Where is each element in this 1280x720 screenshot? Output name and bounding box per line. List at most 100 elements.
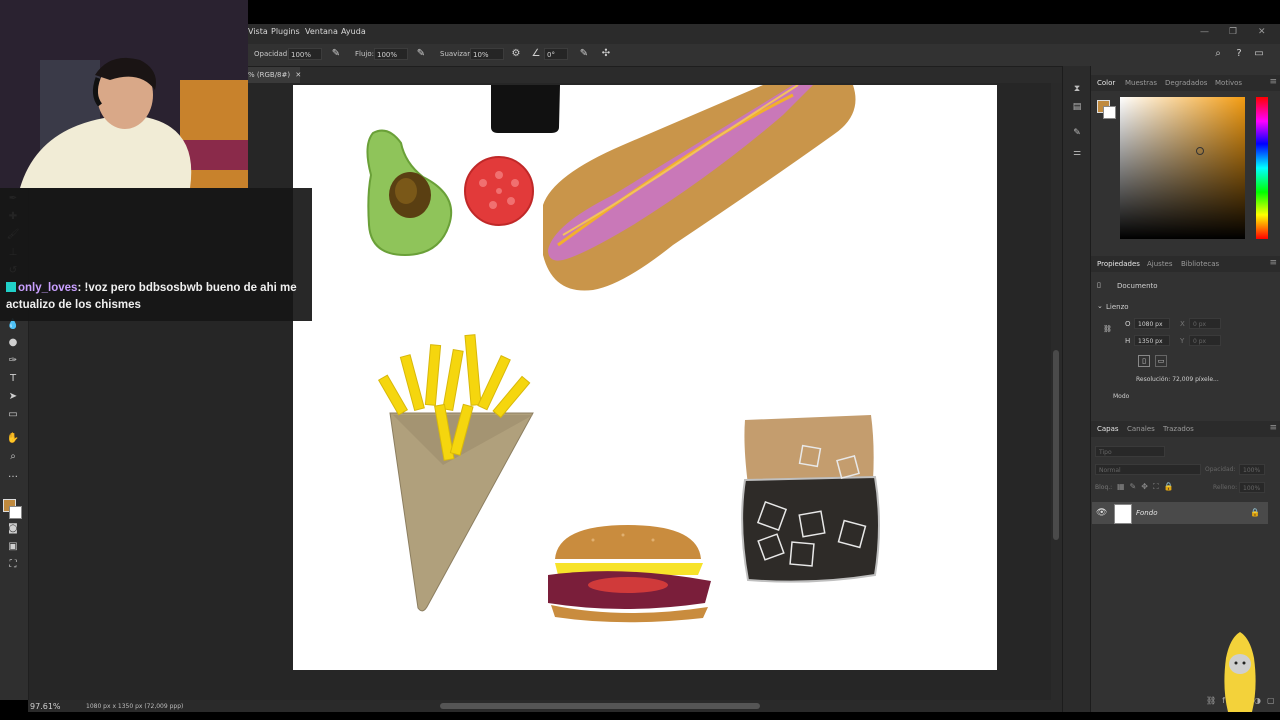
- avocado-drawing: [366, 129, 453, 257]
- webcam-scene: [0, 0, 248, 188]
- color-picker-field[interactable]: [1120, 97, 1245, 239]
- layers-panel-menu-icon[interactable]: ≡: [1269, 423, 1277, 433]
- document-icon: ▯: [1097, 281, 1101, 289]
- tab-gradients[interactable]: Degradados: [1165, 79, 1207, 87]
- zoom-level[interactable]: 97.61%: [30, 702, 61, 711]
- color-panel-menu-icon[interactable]: ≡: [1269, 77, 1277, 87]
- opacity-input[interactable]: 100%: [288, 48, 322, 60]
- menu-ayuda[interactable]: Ayuda: [341, 27, 366, 36]
- opacity-label: Opacidad:: [254, 50, 290, 58]
- layer-thumbnail: [1114, 504, 1132, 524]
- more-tools-icon[interactable]: …: [5, 468, 21, 482]
- fill-label: Relleno:: [1213, 484, 1238, 491]
- color-picker-cursor[interactable]: [1196, 147, 1204, 155]
- airbrush-icon[interactable]: ✎: [415, 48, 427, 60]
- tab-libraries[interactable]: Bibliotecas: [1181, 260, 1219, 268]
- tab-color[interactable]: Color: [1097, 79, 1115, 87]
- tab-properties[interactable]: Propiedades: [1097, 260, 1140, 268]
- portrait-orientation-icon[interactable]: ▯: [1138, 355, 1150, 367]
- layer-lock-icon: 🔒: [1250, 508, 1260, 517]
- tab-patterns[interactable]: Motivos: [1215, 79, 1242, 87]
- document-tab[interactable]: % (RGB/8#) ✕: [244, 67, 301, 83]
- screen-mode-icon[interactable]: ▣: [5, 540, 21, 554]
- fries-drawing: [377, 334, 534, 612]
- canvas[interactable]: [293, 85, 997, 670]
- quick-mask-icon[interactable]: ◙: [5, 522, 21, 536]
- blend-mode-select[interactable]: Normal: [1095, 464, 1201, 475]
- resolution-label: Resolución: 72,009 píxele...: [1136, 376, 1219, 383]
- close-icon[interactable]: ✕: [1258, 27, 1266, 37]
- dodge-tool-icon[interactable]: ●: [5, 336, 21, 350]
- layer-search-input[interactable]: Tipo: [1095, 446, 1165, 457]
- layer-opacity-field[interactable]: 100%: [1239, 464, 1265, 475]
- dark-object-drawing: [491, 85, 560, 133]
- y-field[interactable]: 0 px: [1189, 335, 1221, 346]
- background-color-swatch[interactable]: [9, 506, 22, 519]
- document-label: Documento: [1117, 282, 1158, 290]
- link-icon[interactable]: ⛓: [1103, 325, 1112, 333]
- webcam-overlay: [0, 0, 248, 188]
- flow-input[interactable]: 100%: [374, 48, 408, 60]
- smoothing-label: Suavizar:: [440, 50, 473, 58]
- chat-message: only_loves: !voz pero bdbsosbwb bueno de…: [6, 280, 306, 314]
- flow-label: Flujo:: [355, 50, 374, 58]
- adjustments-icon[interactable]: ⚌: [1070, 148, 1084, 160]
- type-tool-icon[interactable]: T: [5, 372, 21, 386]
- menu-vista[interactable]: Vista: [248, 27, 268, 36]
- lock-icons[interactable]: ▦✎✥⛶🔒: [1117, 482, 1179, 492]
- frame-icon[interactable]: ⛶: [5, 558, 21, 572]
- width-field[interactable]: 1080 px: [1134, 318, 1170, 329]
- horizontal-scroll-thumb[interactable]: [440, 703, 760, 709]
- tab-adjustments[interactable]: Ajustes: [1147, 260, 1173, 268]
- tab-layers[interactable]: Capas: [1097, 425, 1119, 433]
- tab-paths[interactable]: Trazados: [1163, 425, 1194, 433]
- fill-field[interactable]: 100%: [1239, 482, 1265, 493]
- restore-icon[interactable]: ❐: [1229, 27, 1237, 37]
- path-select-icon[interactable]: ➤: [5, 390, 21, 404]
- menu-plugins[interactable]: Plugins: [271, 27, 300, 36]
- vertical-scroll-thumb[interactable]: [1053, 350, 1059, 540]
- landscape-orientation-icon[interactable]: ▭: [1155, 355, 1167, 367]
- menu-ventana[interactable]: Ventana: [305, 27, 338, 36]
- bottom-black-band: [0, 712, 1280, 720]
- layer-name[interactable]: Fondo: [1136, 509, 1157, 517]
- search-icon[interactable]: ⌕: [1212, 48, 1224, 60]
- properties-panel-menu-icon[interactable]: ≡: [1269, 258, 1277, 268]
- tab-channels[interactable]: Canales: [1127, 425, 1155, 433]
- tab-close-icon[interactable]: ✕: [295, 71, 301, 79]
- pressure-opacity-icon[interactable]: ✎: [330, 48, 342, 60]
- smoothing-input[interactable]: 10%: [470, 48, 504, 60]
- brush-settings-icon[interactable]: ✎: [1070, 128, 1084, 140]
- lock-label: Bloq.:: [1095, 484, 1113, 491]
- zoom-tool-icon[interactable]: ⌕: [5, 450, 21, 464]
- properties-panel-tabs: Propiedades Ajustes Bibliotecas ≡: [1091, 256, 1280, 272]
- document-info: 1080 px x 1350 px (72,009 ppp): [86, 703, 184, 710]
- ice-bag-drawing: [741, 415, 880, 583]
- canvas-section-label: Lienzo: [1106, 303, 1129, 311]
- history-icon[interactable]: ⧗: [1070, 84, 1084, 96]
- background-color-chip[interactable]: [1103, 106, 1116, 119]
- pen-tool-icon[interactable]: ✑: [5, 354, 21, 368]
- chevron-down-icon[interactable]: ⌄: [1097, 302, 1103, 310]
- help-icon[interactable]: ?: [1233, 48, 1245, 60]
- hand-tool-icon[interactable]: ✋: [5, 432, 21, 446]
- height-field[interactable]: 1350 px: [1134, 335, 1170, 346]
- angle-icon: ∠: [531, 48, 541, 59]
- banana-cat-sticker: [1220, 628, 1260, 716]
- gear-icon[interactable]: ⚙: [510, 48, 522, 60]
- pressure-size-icon[interactable]: ✎: [578, 48, 590, 60]
- burger-drawing: [548, 525, 711, 623]
- comments-icon[interactable]: ▤: [1070, 102, 1084, 114]
- document-tab-label: % (RGB/8#): [248, 71, 291, 79]
- eye-visibility-icon[interactable]: 👁: [1096, 508, 1107, 518]
- workspace-icon[interactable]: ▭: [1253, 48, 1265, 60]
- symmetry-icon[interactable]: ✣: [600, 48, 612, 60]
- rectangle-tool-icon[interactable]: ▭: [5, 408, 21, 422]
- width-label: O: [1125, 320, 1131, 328]
- hue-slider[interactable]: [1256, 97, 1268, 239]
- x-field[interactable]: 0 px: [1189, 318, 1221, 329]
- tab-swatches[interactable]: Muestras: [1125, 79, 1157, 87]
- minimize-icon[interactable]: —: [1200, 27, 1209, 37]
- angle-input[interactable]: 0°: [544, 48, 568, 60]
- chat-badge-icon: [6, 282, 16, 292]
